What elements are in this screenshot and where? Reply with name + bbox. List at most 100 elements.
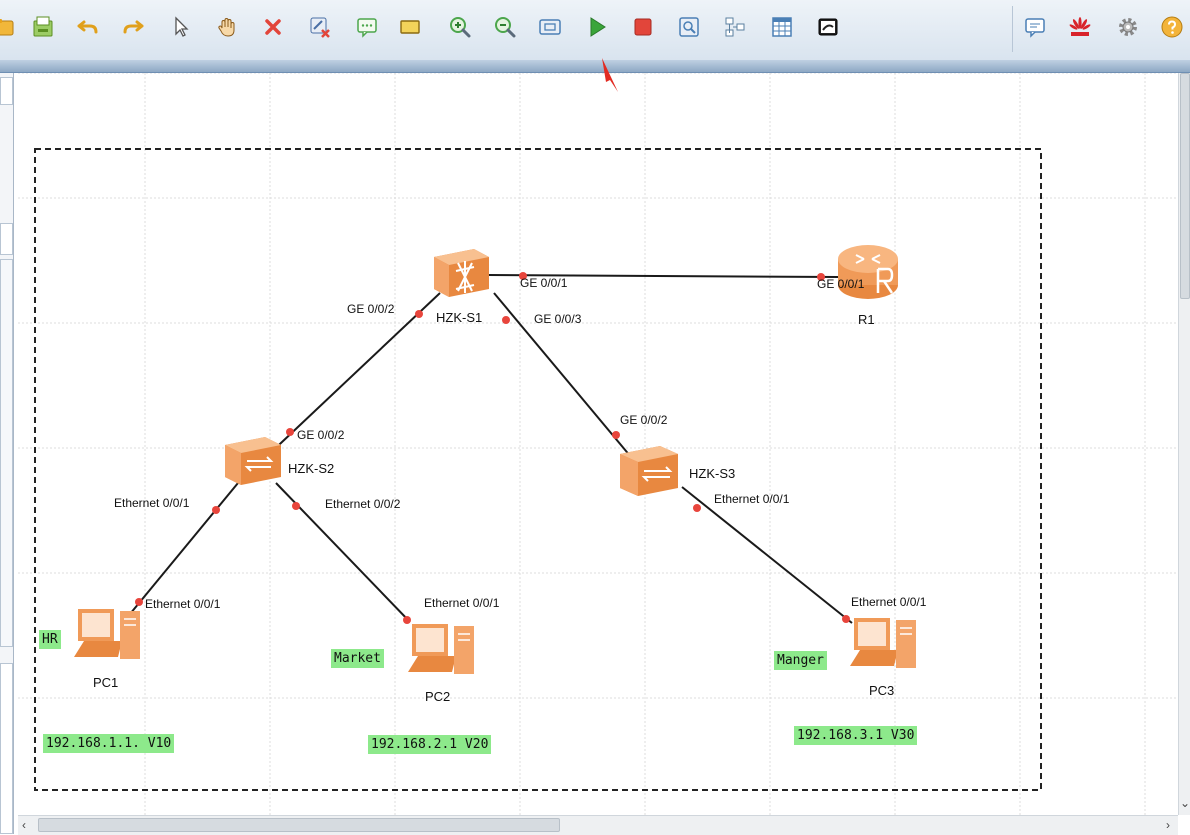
port-dot: [693, 504, 701, 512]
gear-icon: [1119, 18, 1137, 36]
port-label: GE 0/0/1: [817, 277, 865, 291]
start-device-icon: [590, 17, 606, 37]
port-label: Ethernet 0/0/1: [424, 596, 500, 610]
port-dot: [135, 598, 143, 606]
topology-canvas[interactable]: GE 0/0/1 GE 0/0/1 GE 0/0/2 GE 0/0/2 GE 0…: [18, 73, 1178, 815]
port-label: Ethernet 0/0/1: [851, 595, 927, 609]
scroll-right-arrow-icon[interactable]: ›: [1166, 819, 1170, 831]
help-button[interactable]: [1157, 12, 1187, 42]
scroll-down-arrow-icon[interactable]: ⌄: [1180, 797, 1190, 809]
toolbar-separator: [1012, 6, 1013, 52]
fit-view-icon: [539, 19, 561, 35]
canvas-grid: [18, 73, 1178, 815]
device-label: PC3: [869, 683, 894, 698]
pc-icon[interactable]: [408, 624, 474, 674]
horizontal-scrollbar[interactable]: ‹ ›: [18, 815, 1178, 835]
panel-tab[interactable]: [0, 663, 13, 834]
note-label[interactable]: 192.168.1.1. V10: [43, 734, 175, 753]
link-s3-pc3[interactable]: [681, 486, 853, 624]
zoom-out-icon: [495, 17, 516, 38]
hand-pan-icon: [218, 18, 235, 37]
help-icon: [1161, 16, 1183, 38]
panel-list[interactable]: [0, 259, 13, 647]
stop-device-button[interactable]: [628, 12, 658, 42]
note-label[interactable]: 192.168.2.1 V20: [368, 735, 492, 754]
port-label: GE 0/0/2: [620, 413, 668, 427]
huawei-logo-button[interactable]: [1065, 12, 1095, 42]
port-dot: [842, 615, 850, 623]
topology-icon: [725, 17, 745, 37]
cli-button[interactable]: [813, 12, 843, 42]
undo-button[interactable]: [73, 12, 103, 42]
table-icon: [772, 17, 792, 37]
port-label: Ethernet 0/0/2: [325, 497, 401, 511]
topology-diagram[interactable]: GE 0/0/1 GE 0/0/1 GE 0/0/2 GE 0/0/2 GE 0…: [18, 73, 1178, 815]
redo-button[interactable]: [118, 12, 148, 42]
port-dot: [286, 428, 294, 436]
scroll-left-arrow-icon[interactable]: ‹: [22, 819, 26, 831]
chat-button[interactable]: [1020, 12, 1050, 42]
left-device-panel[interactable]: [0, 73, 14, 834]
capture-icon: [679, 17, 699, 37]
switch-icon[interactable]: [620, 446, 678, 496]
start-device-button[interactable]: [582, 12, 612, 42]
delete-icon: [265, 19, 281, 35]
text-note-icon: [357, 18, 377, 38]
settings-button[interactable]: [1113, 12, 1143, 42]
device-label: R1: [858, 312, 875, 327]
table-button[interactable]: [767, 12, 797, 42]
delete-button[interactable]: [258, 12, 288, 42]
vertical-scrollbar[interactable]: ⌄: [1178, 73, 1190, 815]
undo-icon: [77, 20, 98, 34]
zoom-out-button[interactable]: [490, 12, 520, 42]
delete-connection-button[interactable]: [305, 12, 335, 42]
vertical-scroll-thumb[interactable]: [1180, 73, 1190, 299]
port-label: GE 0/0/3: [534, 312, 582, 326]
port-label: Ethernet 0/0/1: [145, 597, 221, 611]
note-label[interactable]: HR: [39, 630, 61, 649]
note-label[interactable]: 192.168.3.1 V30: [794, 726, 918, 745]
device-label: HZK-S3: [689, 466, 735, 481]
port-label: Ethernet 0/0/1: [114, 496, 190, 510]
port-label: GE 0/0/2: [297, 428, 345, 442]
core-switch-icon[interactable]: [434, 249, 489, 297]
horizontal-scroll-thumb[interactable]: [38, 818, 560, 832]
save-button[interactable]: [28, 12, 58, 42]
select-button[interactable]: [166, 12, 196, 42]
stop-device-icon: [634, 18, 652, 36]
zoom-in-button[interactable]: [445, 12, 475, 42]
port-dot: [612, 431, 620, 439]
topology-button[interactable]: [720, 12, 750, 42]
port-dot: [292, 502, 300, 510]
toolbar-subbar: [0, 60, 1190, 73]
switch-icon[interactable]: [225, 437, 281, 485]
port-dot: [403, 616, 411, 624]
fit-view-button[interactable]: [535, 12, 565, 42]
open-folder-button[interactable]: [0, 12, 18, 42]
port-label: GE 0/0/2: [347, 302, 395, 316]
pan-button[interactable]: [213, 12, 243, 42]
note-label[interactable]: Manger: [774, 651, 827, 670]
chat-icon: [1025, 18, 1045, 38]
rectangle-icon: [400, 20, 420, 34]
text-note-button[interactable]: [352, 12, 382, 42]
panel-tab[interactable]: [0, 223, 13, 255]
device-label: PC2: [425, 689, 450, 704]
capture-button[interactable]: [674, 12, 704, 42]
huawei-logo-icon: [1069, 17, 1091, 36]
port-label: GE 0/0/1: [520, 276, 568, 290]
port-dot: [415, 310, 423, 318]
main-toolbar: [0, 0, 1190, 61]
red-arrow-icon: [602, 58, 618, 92]
port-label: Ethernet 0/0/1: [714, 492, 790, 506]
save-icon: [33, 16, 53, 37]
redo-icon: [123, 20, 144, 34]
note-label[interactable]: Market: [331, 649, 384, 668]
port-dot: [212, 506, 220, 514]
panel-tab[interactable]: [0, 77, 13, 105]
rectangle-button[interactable]: [395, 12, 425, 42]
pc-icon[interactable]: [74, 609, 140, 659]
port-dot: [502, 316, 510, 324]
device-label: HZK-S2: [288, 461, 334, 476]
pc-icon[interactable]: [850, 618, 916, 668]
